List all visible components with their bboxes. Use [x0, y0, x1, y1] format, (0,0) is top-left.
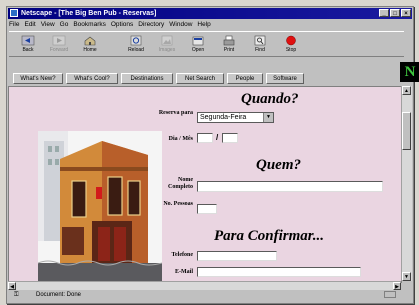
status-text: Document: Done: [36, 292, 82, 298]
people-count-label: No. Pessoas: [163, 201, 193, 207]
security-key-icon: ⚿: [14, 292, 19, 298]
menu-bar: File Edit View Go Bookmarks Options Directory W…: [9, 20, 216, 30]
whats-new-button[interactable]: What's New?: [13, 73, 63, 84]
people-button[interactable]: People: [227, 73, 263, 84]
back-arrow-icon: [21, 35, 35, 46]
net-search-button[interactable]: Net Search: [176, 73, 224, 84]
netscape-app-icon: [10, 9, 18, 17]
reload-icon: [130, 35, 142, 46]
phone-input[interactable]: [197, 251, 277, 261]
maximize-button[interactable]: □: [390, 9, 400, 17]
menu-help[interactable]: Help: [197, 21, 210, 28]
open-label: Open: [191, 47, 205, 53]
images-icon: [161, 35, 173, 46]
full-name-input[interactable]: [197, 181, 383, 192]
find-label: Find: [255, 47, 265, 53]
forward-label: Forward: [49, 47, 69, 53]
print-label: Print: [223, 47, 235, 53]
reload-button[interactable]: Reload: [121, 34, 151, 54]
menu-bookmarks[interactable]: Bookmarks: [73, 21, 106, 28]
images-button[interactable]: Images: [152, 34, 182, 54]
close-button[interactable]: ×: [401, 9, 411, 17]
menu-directory[interactable]: Directory: [138, 21, 164, 28]
menu-view[interactable]: View: [41, 21, 55, 28]
menu-options[interactable]: Options: [111, 21, 133, 28]
scroll-right-arrow-icon[interactable]: ▶: [393, 282, 401, 290]
people-count-input[interactable]: [197, 204, 217, 214]
menu-go[interactable]: Go: [60, 21, 69, 28]
window-controls: _ □ ×: [378, 9, 411, 20]
day-month-label: Dia / Mês: [168, 136, 193, 142]
forward-arrow-icon: [52, 35, 66, 46]
vertical-scroll-thumb[interactable]: [402, 112, 411, 150]
print-button[interactable]: Print: [214, 34, 244, 54]
netscape-logo: N: [400, 62, 419, 82]
heading-confirm: Para Confirmar...: [214, 228, 325, 244]
directory-buttons-bar: What's New? What's Cool? Destinations Ne…: [9, 72, 395, 86]
menu-file[interactable]: File: [9, 21, 19, 28]
email-input[interactable]: [197, 267, 361, 277]
menu-edit[interactable]: Edit: [24, 21, 35, 28]
scroll-down-arrow-icon[interactable]: ▼: [402, 272, 411, 281]
stop-button[interactable]: Stop: [276, 34, 306, 54]
navigation-toolbar: Back Forward Home Reload Images Open Pri…: [9, 31, 404, 57]
day-input[interactable]: [197, 133, 213, 143]
reserve-label: Reserva para: [158, 110, 193, 116]
reserve-day-select[interactable]: Segunda-Feira ▼: [197, 112, 274, 123]
title-bar: Netscape - [The Big Ben Pub - Reservas] …: [8, 8, 412, 19]
print-icon: [223, 35, 235, 46]
back-label: Back: [22, 47, 34, 53]
destinations-button[interactable]: Destinations: [121, 73, 173, 84]
stop-icon: [286, 35, 296, 46]
forward-button[interactable]: Forward: [44, 34, 74, 54]
home-icon: [84, 36, 96, 46]
home-label: Home: [83, 47, 97, 53]
stop-label: Stop: [285, 47, 297, 53]
home-button[interactable]: Home: [75, 34, 105, 54]
date-separator: /: [216, 133, 219, 142]
reserve-day-value: Segunda-Feira: [200, 114, 247, 121]
reload-label: Reload: [128, 47, 144, 53]
mail-icon[interactable]: [384, 291, 396, 298]
heading-who: Quem?: [256, 157, 301, 173]
whats-cool-button[interactable]: What's Cool?: [66, 73, 118, 84]
images-label: Images: [158, 47, 176, 53]
minimize-button[interactable]: _: [379, 9, 389, 17]
open-button[interactable]: Open: [183, 34, 213, 54]
phone-label: Telefone: [171, 252, 193, 258]
menu-window[interactable]: Window: [169, 21, 192, 28]
window-title: Netscape - [The Big Ben Pub - Reservas]: [21, 10, 157, 17]
chevron-down-icon[interactable]: ▼: [263, 113, 273, 122]
scroll-up-arrow-icon[interactable]: ▲: [402, 86, 411, 95]
page-content: Quando? Reserva para Segunda-Feira ▼ Dia…: [8, 86, 402, 283]
software-button[interactable]: Software: [266, 73, 304, 84]
back-button[interactable]: Back: [13, 34, 43, 54]
email-label: E-Mail: [175, 269, 193, 275]
find-icon: [254, 35, 266, 46]
month-input[interactable]: [222, 133, 238, 143]
pub-building-photo: [38, 131, 162, 281]
status-bar: ⚿ Document: Done: [8, 290, 404, 300]
find-button[interactable]: Find: [245, 34, 275, 54]
horizontal-scrollbar[interactable]: ◀ ▶: [8, 281, 401, 290]
open-icon: [192, 36, 204, 46]
full-name-label: Nome Completo: [168, 177, 193, 190]
vertical-scrollbar[interactable]: ▲ ▼: [401, 86, 412, 281]
scroll-left-arrow-icon[interactable]: ◀: [8, 282, 16, 290]
heading-when: Quando?: [241, 91, 299, 107]
